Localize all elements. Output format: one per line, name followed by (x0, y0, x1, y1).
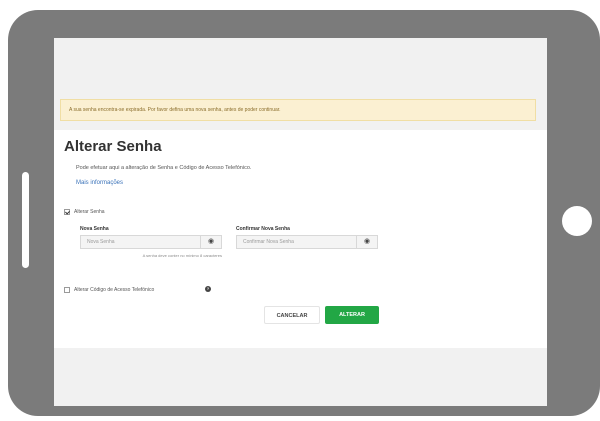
tablet-home-button (562, 206, 592, 236)
change-password-checkbox[interactable] (64, 209, 70, 215)
eye-icon[interactable]: ◉ (200, 236, 221, 248)
tablet-screen: A sua senha encontra-se expirada. Por fa… (54, 38, 547, 406)
page-title: Alterar Senha (64, 138, 162, 155)
cancel-button[interactable]: CANCELAR (264, 306, 320, 324)
change-password-label: Alterar Senha (74, 209, 105, 215)
change-phone-code-checkbox[interactable] (64, 287, 70, 293)
page-description: Pode efetuar aqui a alteração de Senha e… (76, 165, 252, 171)
info-icon[interactable]: ? (205, 286, 211, 292)
confirm-password-label: Confirmar Nova Senha (236, 226, 290, 232)
change-phone-code-label: Alterar Código de Acesso Telefónico (74, 287, 155, 293)
confirm-password-field[interactable]: Confirmar Nova Senha ◉ (236, 235, 378, 249)
change-password-panel: Alterar Senha Pode efetuar aqui a altera… (54, 130, 547, 348)
password-hint: A senha deve conter no mínimo 8 caracter… (142, 253, 222, 258)
eye-icon[interactable]: ◉ (356, 236, 377, 248)
confirm-button[interactable]: ALTERAR (325, 306, 379, 324)
new-password-placeholder: Nova Senha (87, 239, 115, 245)
more-info-link[interactable]: Mais informações (76, 180, 123, 186)
new-password-label: Nova Senha (80, 226, 109, 232)
password-expired-alert: A sua senha encontra-se expirada. Por fa… (60, 99, 536, 121)
tablet-side-button (22, 172, 29, 268)
new-password-field[interactable]: Nova Senha ◉ (80, 235, 222, 249)
confirm-password-placeholder: Confirmar Nova Senha (243, 239, 294, 245)
